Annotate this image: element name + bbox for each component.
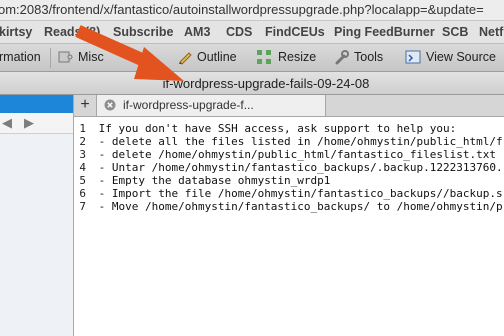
- toolbar-outline[interactable]: Outline: [197, 50, 237, 64]
- toolbar-resize[interactable]: Resize: [278, 50, 316, 64]
- editor-line: 2 - delete all the files listed in /home…: [74, 135, 502, 148]
- toolbar-tools[interactable]: Tools: [354, 50, 383, 64]
- view-source-icon[interactable]: [405, 49, 421, 65]
- toolbar-view-source[interactable]: View Source: [426, 50, 496, 64]
- bookmark-netf[interactable]: Netf: [479, 25, 503, 39]
- wrench-icon[interactable]: [333, 49, 349, 65]
- annotation-arrow-icon: [75, 25, 184, 81]
- line-text: - Untar /home/ohmystin/fantastico_backup…: [98, 161, 503, 174]
- bookmark-scb[interactable]: SCB: [442, 25, 468, 39]
- editor-line: 4 - Untar /home/ohmystin/fantastico_back…: [74, 161, 502, 174]
- sidebar-nav-row: ◀ ▶: [0, 113, 73, 134]
- editor-line: 6 - Import the file /home/ohmystin/fanta…: [74, 187, 502, 200]
- line-text: - Move /home/ohmystin/fantastico_backups…: [98, 200, 503, 213]
- editor-line: 5 - Empty the database ohmystin_wrdp1: [74, 174, 330, 187]
- puzzle-icon[interactable]: [57, 49, 73, 65]
- line-number: 5: [79, 174, 86, 187]
- tab-label: if-wordpress-upgrade-f...: [123, 98, 254, 112]
- line-number: 1: [79, 122, 86, 135]
- url-bar[interactable]: om:2083/frontend/x/fantastico/autoinstal…: [0, 0, 504, 21]
- text-editor[interactable]: 1 If you don't have SSH access, ask supp…: [74, 117, 504, 336]
- line-text: - delete all the files listed in /home/o…: [98, 135, 503, 148]
- editor-line: 3 - delete /home/ohmystin/public_html/fa…: [74, 148, 496, 161]
- bookmark-ping-feedburner[interactable]: Ping FeedBurner: [334, 25, 435, 39]
- url-text[interactable]: om:2083/frontend/x/fantastico/autoinstal…: [0, 2, 484, 17]
- tab-bar: + if-wordpress-upgrade-f...: [74, 95, 504, 117]
- line-text: - Import the file /home/ohmystin/fantast…: [98, 187, 503, 200]
- bookmark-cds[interactable]: CDS: [226, 25, 252, 39]
- tab-active-document[interactable]: if-wordpress-upgrade-f...: [97, 95, 326, 116]
- new-tab-button[interactable]: +: [74, 95, 97, 116]
- close-icon[interactable]: [104, 99, 116, 111]
- line-number: 6: [79, 187, 86, 200]
- bookmark-findceus[interactable]: FindCEUs: [265, 25, 325, 39]
- line-text: - Empty the database ohmystin_wrdp1: [98, 174, 331, 187]
- line-number: 4: [79, 161, 86, 174]
- line-text: - delete /home/ohmystin/public_html/fant…: [98, 148, 496, 161]
- forward-arrow-icon[interactable]: ▶: [24, 115, 34, 131]
- editor-line: 1 If you don't have SSH access, ask supp…: [74, 122, 456, 135]
- line-number: 7: [79, 200, 86, 213]
- back-arrow-icon[interactable]: ◀: [2, 115, 12, 131]
- editor-line: 7 - Move /home/ohmystin/fantastico_backu…: [74, 200, 502, 213]
- line-text: If you don't have SSH access, ask suppor…: [98, 122, 457, 135]
- sidebar-selection[interactable]: [0, 95, 73, 113]
- line-number: 2: [79, 135, 86, 148]
- line-number: 3: [79, 148, 86, 161]
- resize-icon[interactable]: [256, 49, 272, 65]
- toolbar-information[interactable]: rmation: [0, 50, 41, 64]
- toolbar-separator: [50, 48, 51, 68]
- bookmark-kirtsy[interactable]: kirtsy: [0, 25, 32, 39]
- file-sidebar: ◀ ▶: [0, 95, 74, 336]
